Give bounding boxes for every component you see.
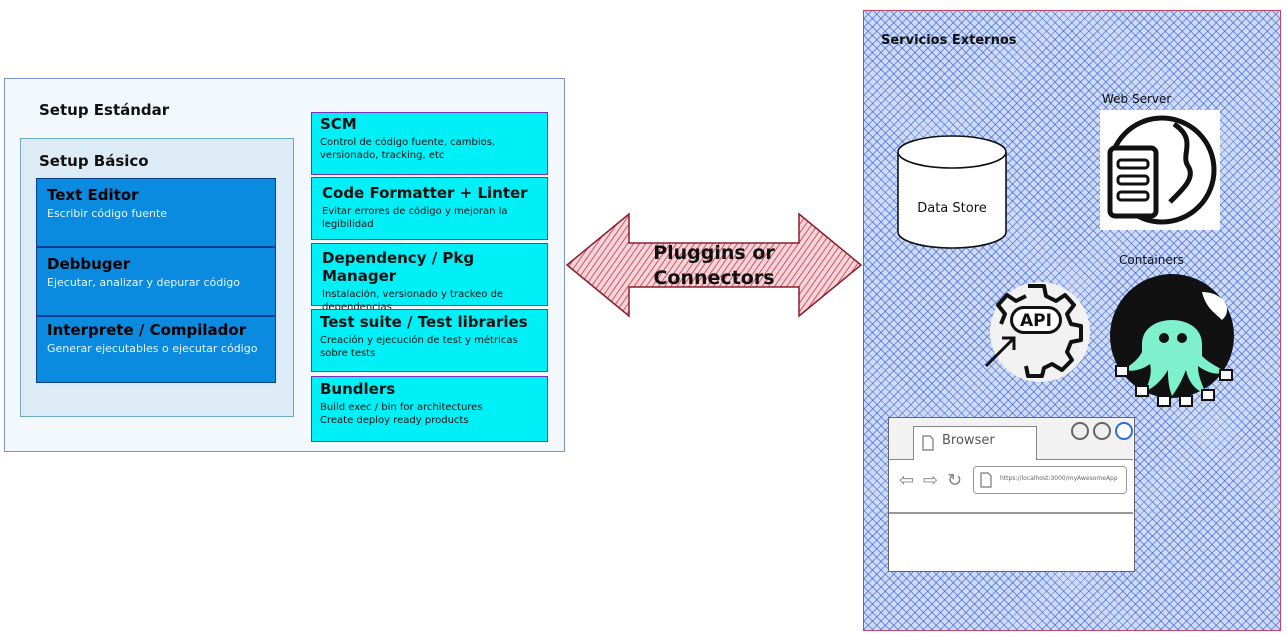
- card-description: Control de código fuente, cambios, versi…: [320, 137, 496, 161]
- card-description: Ejecutar, analizar y depurar código: [47, 276, 240, 289]
- dependency-manager-card: Dependency / Pkg Manager Instalación, ve…: [311, 243, 548, 313]
- debugger-card: Debbuger Ejecutar, analizar y depurar có…: [36, 247, 276, 316]
- connector-label-line1: Pluggins or: [653, 242, 775, 264]
- setup-estandar-title: Setup Estándar: [39, 101, 170, 119]
- web-server-tile: [1100, 110, 1220, 230]
- minimize-button[interactable]: [1071, 422, 1089, 440]
- card-description: Build exec / bin for architectures Creat…: [320, 402, 483, 426]
- card-heading: Dependency / Pkg Manager: [322, 249, 475, 285]
- servicios-title: Servicios Externos: [881, 33, 1017, 48]
- bundlers-card: Bundlers Build exec / bin for architectu…: [311, 376, 548, 442]
- browser-window: Browser ⇦ ⇨ ↻ https://localhost:3000/myA…: [888, 417, 1135, 572]
- web-server-label: Web Server: [1102, 92, 1172, 106]
- card-heading: Debbuger: [47, 255, 131, 273]
- text-editor-card: Text Editor Escribir código fuente: [36, 178, 276, 247]
- setup-basico-title: Setup Básico: [39, 152, 149, 170]
- formatter-linter-card: Code Formatter + Linter Evitar errores d…: [311, 177, 548, 240]
- card-heading: SCM: [320, 115, 357, 133]
- scm-card: SCM Control de código fuente, cambios, v…: [311, 112, 548, 175]
- toolbar-divider: [889, 512, 1133, 514]
- url-text: https://localhost:3000/myAwesomeApp: [1000, 475, 1118, 482]
- maximize-button[interactable]: [1093, 422, 1111, 440]
- url-bar[interactable]: https://localhost:3000/myAwesomeApp: [973, 466, 1127, 494]
- card-description: Generar ejecutables o ejecutar código: [47, 342, 258, 355]
- reload-icon[interactable]: ↻: [947, 470, 962, 491]
- page-icon: [980, 472, 992, 488]
- back-arrow-icon[interactable]: ⇦: [899, 470, 914, 491]
- test-suite-card: Test suite / Test libraries Creación y e…: [311, 309, 548, 372]
- card-heading: Code Formatter + Linter: [322, 184, 528, 202]
- containers-label: Containers: [1119, 253, 1184, 267]
- page-icon: [922, 435, 934, 451]
- browser-tab-label: Browser: [942, 433, 995, 448]
- compiler-card: Interprete / Compilador Generar ejecutab…: [36, 316, 276, 383]
- api-label: API: [1010, 306, 1062, 334]
- connector-label-line2: Connectors: [653, 267, 775, 289]
- card-heading: Test suite / Test libraries: [320, 313, 528, 331]
- card-description: Creación y ejecución de test y métricas …: [320, 335, 518, 359]
- database-icon: [897, 135, 1007, 249]
- close-button[interactable]: [1115, 422, 1133, 440]
- card-description: Escribir código fuente: [47, 207, 168, 220]
- forward-arrow-icon[interactable]: ⇨: [923, 470, 938, 491]
- card-heading: Bundlers: [320, 380, 396, 398]
- card-heading: Text Editor: [47, 186, 139, 204]
- card-heading: Interprete / Compilador: [47, 321, 247, 339]
- card-description: Evitar errores de código y mejoran la le…: [322, 206, 508, 230]
- server-globe-icon: [1107, 115, 1217, 225]
- browser-tab[interactable]: Browser: [913, 426, 1037, 460]
- octopus-containers-icon: [1110, 274, 1234, 407]
- data-store-label: Data Store: [917, 201, 987, 216]
- connector-label: Pluggins or Connectors: [636, 241, 792, 291]
